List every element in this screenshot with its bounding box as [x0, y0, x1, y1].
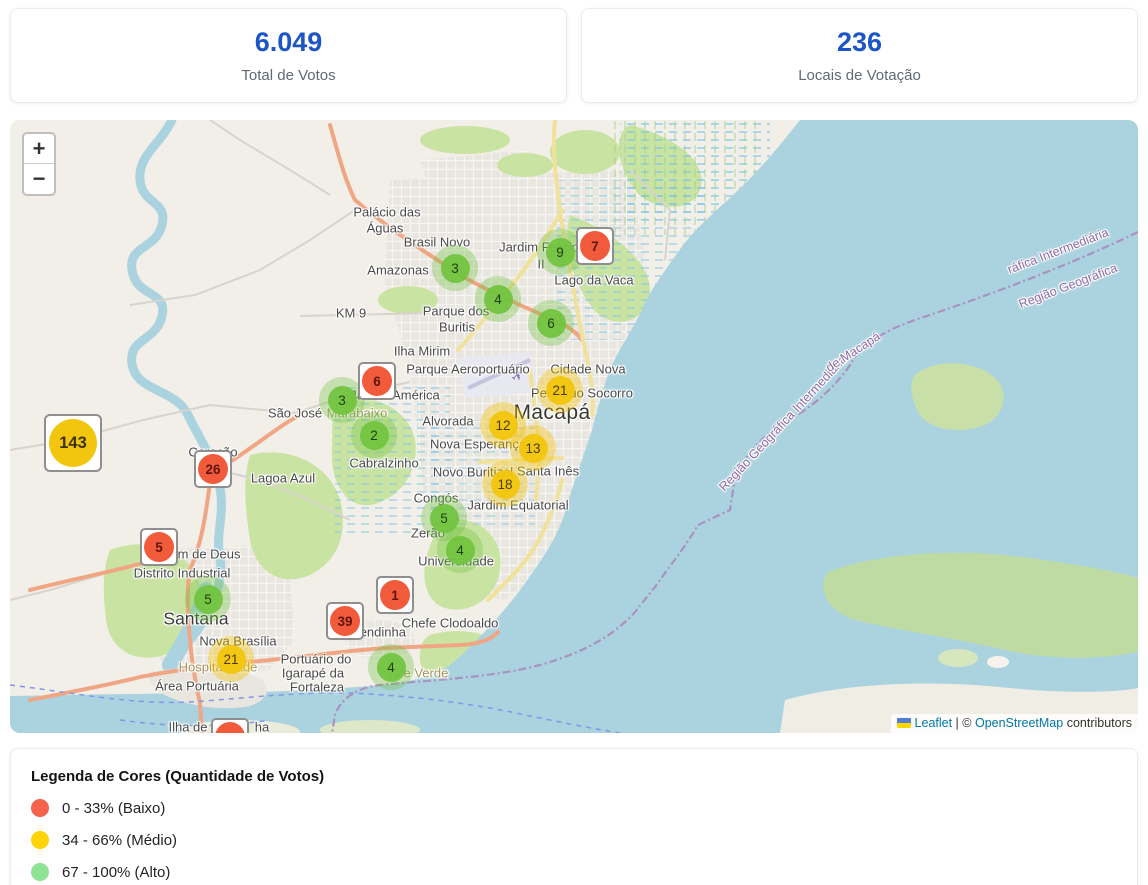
legend-items: 0 - 33% (Baixo) 34 - 66% (Médio) 67 - 100%… [31, 799, 1117, 881]
legend-color-dot [31, 799, 49, 817]
marker-count: 4 [446, 536, 475, 565]
map-marker-26[interactable]: 26 [194, 450, 232, 488]
map-marker-5[interactable]: 5 [185, 576, 231, 622]
legend-title: Legenda de Cores (Quantidade de Votos) [31, 768, 1117, 785]
marker-count: 13 [519, 434, 548, 463]
map-marker-4[interactable]: 4 [437, 527, 483, 573]
map-marker-5[interactable]: 5 [140, 528, 178, 566]
zoom-in-button[interactable]: + [24, 134, 54, 164]
total-votos-label: Total de Votos [241, 67, 335, 84]
map-marker-6[interactable]: 6 [528, 300, 574, 346]
locais-votacao-label: Locais de Votação [798, 67, 921, 84]
legend-item: 34 - 66% (Médio) [31, 831, 1117, 849]
marker-count: 6 [362, 366, 392, 396]
marker-count: 5 [144, 532, 174, 562]
map-marker[interactable] [211, 718, 249, 733]
map-marker-3[interactable]: 3 [432, 245, 478, 291]
marker-count: 4 [484, 285, 513, 314]
marker-count: 6 [537, 309, 566, 338]
map-marker-2[interactable]: 2 [351, 412, 397, 458]
stat-card-locais-votacao: 236 Locais de Votação [581, 8, 1138, 103]
marker-count [215, 722, 245, 733]
map-markers-layer: 3496325454211213182176143265139 [10, 120, 1138, 733]
marker-count: 2 [360, 421, 389, 450]
marker-count: 21 [217, 645, 246, 674]
marker-count: 21 [546, 376, 575, 405]
marker-count: 7 [580, 231, 610, 261]
map-marker-4[interactable]: 4 [475, 276, 521, 322]
locais-votacao-value: 236 [837, 27, 882, 58]
legend-color-dot [31, 831, 49, 849]
map-marker-1[interactable]: 1 [376, 576, 414, 614]
zoom-out-button[interactable]: − [24, 164, 54, 194]
map-container[interactable]: ✈ [10, 120, 1138, 733]
attribution-separator: | © [952, 716, 975, 730]
map-marker-21[interactable]: 21 [537, 367, 583, 413]
zoom-control: + − [22, 132, 56, 196]
marker-count: 143 [49, 419, 97, 467]
marker-count: 4 [377, 653, 406, 682]
marker-count: 18 [491, 470, 520, 499]
legend-label: 34 - 66% (Médio) [62, 832, 177, 849]
legend-label: 67 - 100% (Alto) [62, 864, 170, 881]
openstreetmap-link[interactable]: OpenStreetMap [975, 716, 1063, 730]
legend-item: 0 - 33% (Baixo) [31, 799, 1117, 817]
map-marker-18[interactable]: 18 [482, 461, 528, 507]
ukraine-flag-icon [897, 718, 911, 728]
marker-count: 1 [380, 580, 410, 610]
attribution-suffix: contributors [1063, 716, 1132, 730]
legend-color-dot [31, 863, 49, 881]
legend-item: 67 - 100% (Alto) [31, 863, 1117, 881]
total-votos-value: 6.049 [255, 27, 323, 58]
dashboard: 6.049 Total de Votos 236 Locais de Votaç… [0, 0, 1148, 885]
marker-count: 39 [330, 606, 360, 636]
map-marker-143[interactable]: 143 [44, 414, 102, 472]
map-marker-4[interactable]: 4 [368, 644, 414, 690]
map-marker-7[interactable]: 7 [576, 227, 614, 265]
marker-count: 5 [194, 585, 223, 614]
legend-label: 0 - 33% (Baixo) [62, 800, 165, 817]
marker-count: 3 [441, 254, 470, 283]
map-attribution: Leaflet | © OpenStreetMap contributors [891, 714, 1138, 733]
stat-card-total-votos: 6.049 Total de Votos [10, 8, 567, 103]
map-marker-39[interactable]: 39 [326, 602, 364, 640]
legend: Legenda de Cores (Quantidade de Votos) 0… [10, 748, 1138, 885]
leaflet-link[interactable]: Leaflet [915, 716, 953, 730]
map-marker-21[interactable]: 21 [208, 636, 254, 682]
marker-count: 3 [328, 386, 357, 415]
marker-count: 26 [198, 454, 228, 484]
marker-count: 9 [546, 238, 575, 267]
map-marker-6[interactable]: 6 [358, 362, 396, 400]
stat-cards-row: 6.049 Total de Votos 236 Locais de Votaç… [10, 8, 1138, 103]
